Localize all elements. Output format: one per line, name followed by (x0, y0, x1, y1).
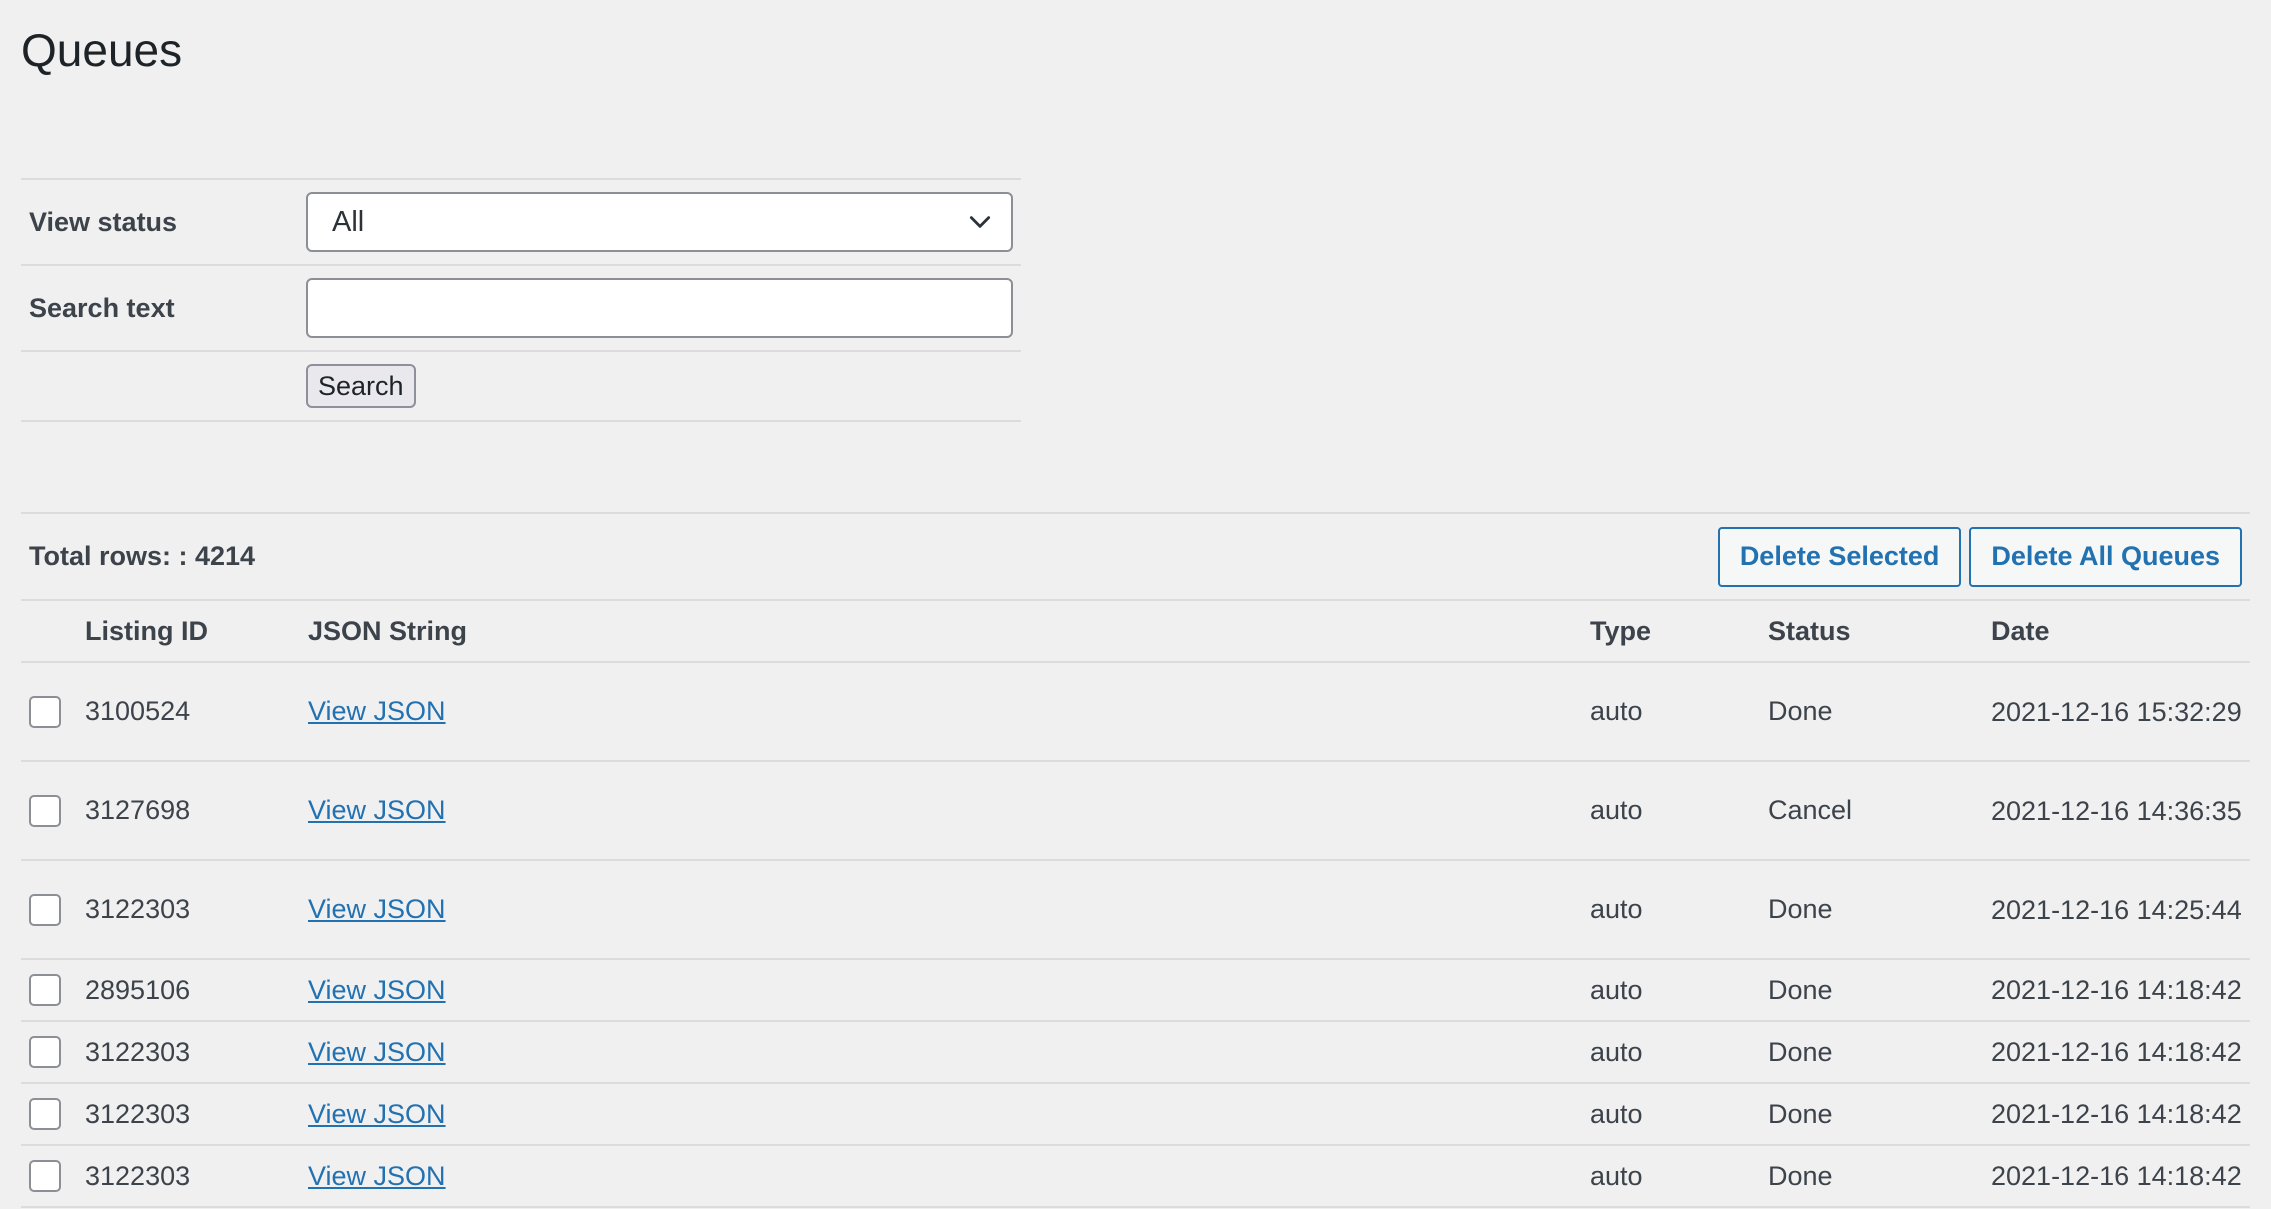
row-checkbox[interactable] (29, 695, 61, 728)
table-row: 3122303 View JSON auto Done 2021-12-16 1… (21, 861, 2250, 960)
listing-id: 3122303 (85, 1160, 191, 1191)
json-cell: View JSON (308, 795, 1590, 826)
json-cell: View JSON (308, 696, 1590, 727)
json-cell: View JSON (308, 1037, 1590, 1068)
view-status-select[interactable]: All (306, 192, 1013, 252)
type: auto (1590, 1098, 1643, 1129)
view-status-value: All (332, 205, 365, 238)
view-json-link[interactable]: View JSON (308, 975, 446, 1005)
status: Done (1768, 974, 1833, 1005)
listing-id: 3100524 (85, 696, 191, 726)
table-row: 3100524 View JSON auto Done 2021-12-16 1… (21, 663, 2250, 762)
row-check-cell (21, 1098, 85, 1130)
type: auto (1590, 894, 1643, 924)
table-row: 3122303 View JSON auto Done 2021-12-16 1… (21, 1146, 2250, 1208)
type: auto (1590, 974, 1643, 1005)
listing-id: 3122303 (85, 1098, 191, 1129)
table-row: 2895106 View JSON auto Done 2021-12-16 1… (21, 960, 2250, 1022)
date: 2021-12-16 14:18:42 (1991, 1161, 2242, 1191)
table-header: Listing ID JSON String Type Status Date (21, 601, 2250, 663)
chevron-down-icon (969, 216, 991, 228)
type: auto (1590, 696, 1643, 726)
listing-id: 2895106 (85, 974, 191, 1005)
view-json-link[interactable]: View JSON (308, 1099, 446, 1129)
filter-form: View status All Search text Search (21, 178, 1021, 422)
total-rows: Total rows: : 4214 (29, 541, 256, 571)
date: 2021-12-16 15:32:29 (1991, 696, 2242, 727)
filter-row-submit: Search (21, 352, 1021, 422)
status: Cancel (1768, 795, 1853, 825)
page-title: Queues (21, 24, 183, 76)
status: Done (1768, 894, 1833, 924)
filter-row-search: Search text (21, 266, 1021, 352)
date: 2021-12-16 14:18:42 (1991, 1037, 2242, 1067)
filter-row-status: View status All (21, 180, 1021, 266)
row-checkbox[interactable] (29, 1036, 61, 1068)
view-json-link[interactable]: View JSON (308, 1037, 446, 1067)
search-input[interactable] (306, 278, 1013, 338)
search-text-label: Search text (29, 292, 175, 323)
status: Done (1768, 1098, 1833, 1129)
row-check-cell (21, 1036, 85, 1068)
view-json-link[interactable]: View JSON (308, 795, 446, 825)
search-button[interactable]: Search (306, 364, 416, 408)
row-checkbox[interactable] (29, 1160, 61, 1192)
row-checkbox[interactable] (29, 893, 61, 926)
row-check-cell (21, 794, 85, 827)
row-check-cell (21, 893, 85, 926)
status: Done (1768, 1160, 1833, 1191)
type: auto (1590, 1036, 1643, 1067)
listing-id: 3122303 (85, 894, 191, 924)
table-row: 3122303 View JSON auto Done 2021-12-16 1… (21, 1084, 2250, 1146)
view-status-label: View status (29, 206, 178, 237)
column-header-status: Status (1768, 615, 1851, 646)
column-header-json-string: JSON String (308, 615, 468, 646)
delete-selected-button[interactable]: Delete Selected (1717, 526, 1962, 587)
list-toolbar: Total rows: : 4214 Delete Selected Delet… (21, 512, 2250, 601)
table-row: 3122303 View JSON auto Done 2021-12-16 1… (21, 1022, 2250, 1084)
date: 2021-12-16 14:36:35 (1991, 795, 2242, 826)
column-header-type: Type (1590, 615, 1652, 646)
bulk-actions: Delete Selected Delete All Queues (1717, 526, 2250, 587)
view-json-link[interactable]: View JSON (308, 894, 446, 924)
status: Done (1768, 696, 1833, 726)
date: 2021-12-16 14:18:42 (1991, 975, 2242, 1005)
view-json-link[interactable]: View JSON (308, 696, 446, 726)
row-checkbox[interactable] (29, 794, 61, 827)
date: 2021-12-16 14:18:42 (1991, 1099, 2242, 1129)
json-cell: View JSON (308, 1099, 1590, 1130)
column-header-date: Date (1991, 616, 2050, 646)
date: 2021-12-16 14:25:44 (1991, 894, 2242, 925)
delete-all-queues-button[interactable]: Delete All Queues (1969, 526, 2242, 587)
row-check-cell (21, 1160, 85, 1192)
json-cell: View JSON (308, 1161, 1590, 1192)
row-check-cell (21, 974, 85, 1006)
listing-id: 3122303 (85, 1036, 191, 1067)
table-row: 3127698 View JSON auto Cancel 2021-12-16… (21, 762, 2250, 861)
row-checkbox[interactable] (29, 1098, 61, 1130)
json-cell: View JSON (308, 975, 1590, 1006)
view-json-link[interactable]: View JSON (308, 1161, 446, 1191)
row-checkbox[interactable] (29, 974, 61, 1006)
queue-table: Listing ID JSON String Type Status Date … (21, 601, 2250, 1208)
row-check-cell (21, 695, 85, 728)
column-header-listing-id: Listing ID (85, 615, 208, 646)
type: auto (1590, 1160, 1643, 1191)
status: Done (1768, 1036, 1833, 1067)
listing-id: 3127698 (85, 795, 191, 825)
json-cell: View JSON (308, 894, 1590, 925)
type: auto (1590, 795, 1643, 825)
